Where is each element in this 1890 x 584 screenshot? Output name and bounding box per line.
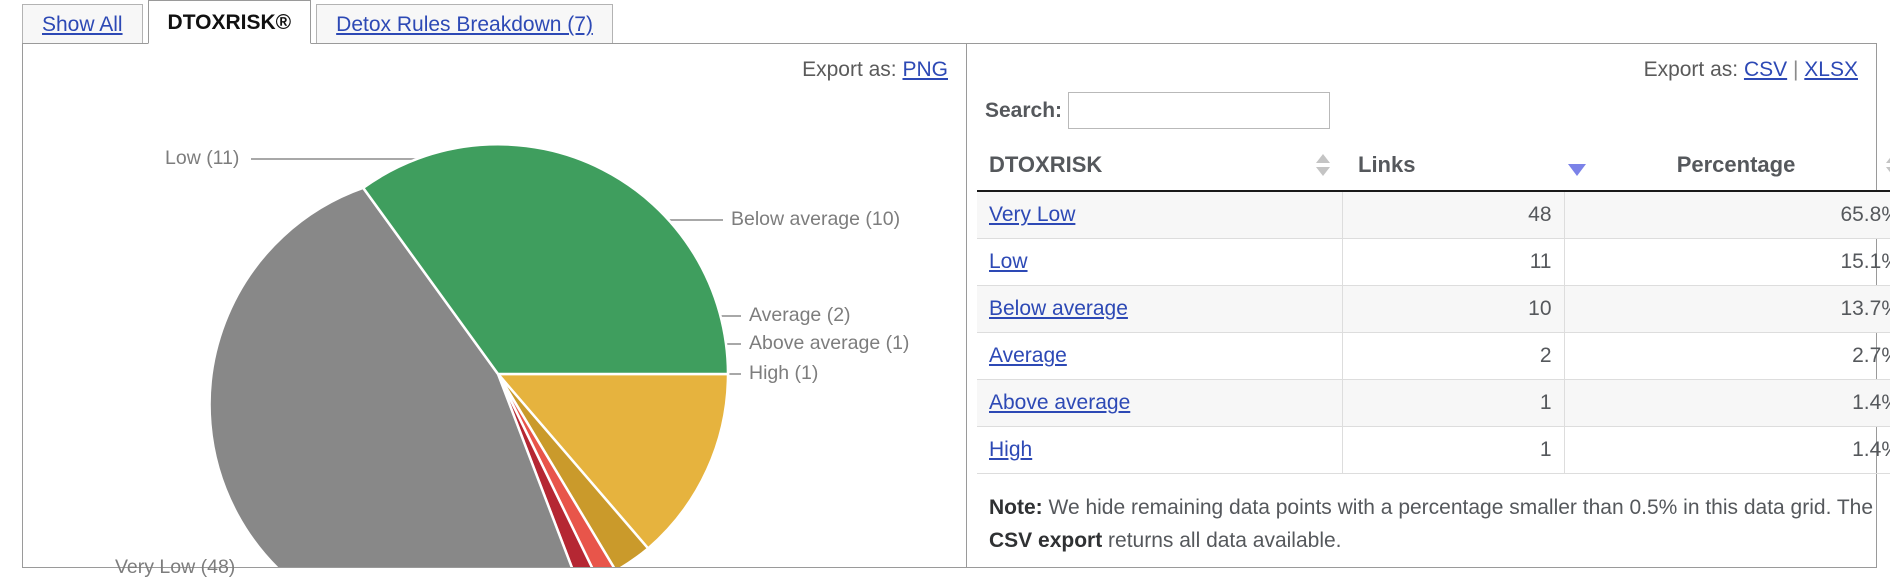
- risk-link-below-average[interactable]: Below average: [989, 297, 1128, 320]
- cell-risk-name: Very Low: [977, 191, 1343, 239]
- dtoxrisk-report-widget: Show All DTOXRISK® Detox Rules Breakdown…: [0, 0, 1890, 584]
- cell-percentage: 2.7%: [1564, 332, 1890, 380]
- column-header-links[interactable]: Links: [1342, 144, 1564, 192]
- tab-show-all-label: Show All: [42, 13, 123, 36]
- table-row: Low 11 15.1%: [977, 238, 1890, 286]
- export-csv-link[interactable]: CSV: [1744, 58, 1787, 81]
- table-row: High 1 1.4%: [977, 426, 1890, 474]
- risk-link-above-average[interactable]: Above average: [989, 391, 1130, 414]
- pie-label-below-average: Below average (10): [731, 208, 901, 230]
- risk-link-average[interactable]: Average: [989, 344, 1067, 367]
- sort-icon-percentage[interactable]: [1886, 154, 1890, 176]
- pie-slices: [208, 143, 730, 584]
- note-text-2: returns all data available.: [1102, 528, 1342, 552]
- sort-icon-links-desc[interactable]: [1568, 154, 1586, 176]
- cell-percentage: 1.4%: [1564, 426, 1890, 474]
- grid-export-row: Export as: CSV | XLSX: [1644, 58, 1858, 82]
- cell-percentage: 1.4%: [1564, 379, 1890, 427]
- cell-risk-name: Below average: [977, 285, 1343, 333]
- table-row: Average 2 2.7%: [977, 332, 1890, 380]
- content-panels: Export as: PNG Low (11) Below average (1…: [22, 43, 1890, 584]
- pie-label-high: High (1): [749, 362, 819, 384]
- cell-links: 1: [1342, 426, 1565, 474]
- tab-dtoxrisk[interactable]: DTOXRISK®: [147, 0, 312, 44]
- cell-risk-name: Above average: [977, 379, 1343, 427]
- risk-link-high[interactable]: High: [989, 438, 1032, 461]
- column-header-dtoxrisk[interactable]: DTOXRISK: [977, 144, 1342, 192]
- search-label: Search:: [985, 98, 1063, 122]
- pie-label-above-average: Above average (1): [749, 332, 910, 354]
- cell-links: 1: [1342, 379, 1565, 427]
- tab-show-all[interactable]: Show All: [22, 4, 143, 44]
- tab-bar: Show All DTOXRISK® Detox Rules Breakdown…: [0, 0, 1890, 44]
- dtoxrisk-table: DTOXRISK Links Percentage Very Low 48 65…: [977, 144, 1890, 474]
- pie-label-low: Low (11): [165, 147, 240, 169]
- export-xlsx-link[interactable]: XLSX: [1804, 58, 1858, 81]
- grid-export-label: Export as:: [1643, 58, 1739, 81]
- table-row: Above average 1 1.4%: [977, 379, 1890, 427]
- grid-note: Note: We hide remaining data points with…: [989, 492, 1889, 557]
- table-header-row: DTOXRISK Links Percentage: [977, 144, 1890, 192]
- pie-label-average: Average (2): [749, 304, 851, 326]
- risk-link-low[interactable]: Low: [989, 250, 1028, 273]
- note-lead: Note:: [989, 496, 1043, 519]
- column-header-percentage[interactable]: Percentage: [1564, 144, 1890, 192]
- search-input[interactable]: [1068, 92, 1331, 129]
- pie-chart: Low (11) Below average (10) Average (2) …: [23, 44, 967, 584]
- column-header-links-label: Links: [1358, 152, 1416, 177]
- cell-risk-name: Low: [977, 238, 1343, 286]
- table-row: Very Low 48 65.8%: [977, 191, 1890, 239]
- tab-dtoxrisk-label: DTOXRISK®: [167, 10, 292, 34]
- table-body: Very Low 48 65.8% Low 11 15.1% Below ave…: [977, 191, 1890, 474]
- export-separator: |: [1792, 58, 1799, 81]
- cell-links: 11: [1342, 238, 1565, 286]
- tab-detox-rules-breakdown[interactable]: Detox Rules Breakdown (7): [316, 4, 613, 44]
- tab-detox-rules-breakdown-label: Detox Rules Breakdown (7): [336, 13, 593, 36]
- cell-percentage: 13.7%: [1564, 285, 1890, 333]
- note-csv-export: CSV export: [989, 528, 1103, 552]
- table-row: Below average 10 13.7%: [977, 285, 1890, 333]
- cell-links: 10: [1342, 285, 1565, 333]
- column-header-dtoxrisk-label: DTOXRISK: [989, 152, 1103, 177]
- note-text-1: We hide remaining data points with a per…: [1042, 496, 1874, 519]
- cell-risk-name: Average: [977, 332, 1343, 380]
- cell-percentage: 65.8%: [1564, 191, 1890, 239]
- chart-panel: Export as: PNG Low (11) Below average (1…: [23, 44, 967, 584]
- search-row: Search:: [985, 92, 1331, 129]
- risk-link-very-low[interactable]: Very Low: [989, 203, 1075, 226]
- cell-percentage: 15.1%: [1564, 238, 1890, 286]
- cell-links: 48: [1342, 191, 1565, 239]
- column-header-percentage-label: Percentage: [1676, 152, 1796, 177]
- cell-links: 2: [1342, 332, 1565, 380]
- data-grid-panel: Export as: CSV | XLSX Search: DTOXRISK L…: [967, 44, 1890, 567]
- sort-icon-dtoxrisk[interactable]: [1316, 154, 1330, 176]
- pie-label-very-low: Very Low (48): [115, 556, 236, 578]
- cell-risk-name: High: [977, 426, 1343, 474]
